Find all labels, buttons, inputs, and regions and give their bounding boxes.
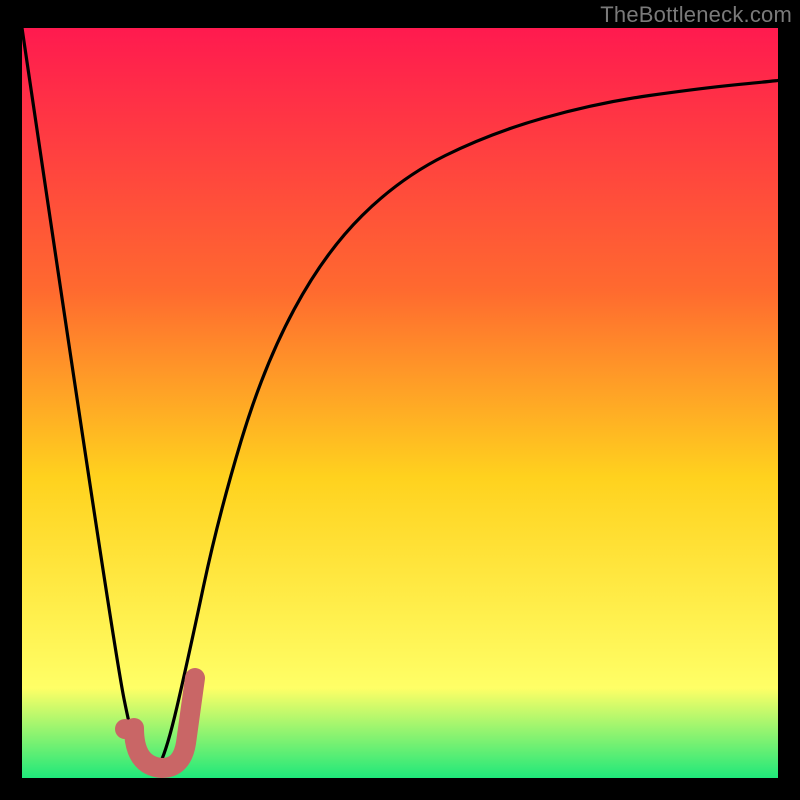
chart-canvas: TheBottleneck.com: [0, 0, 800, 800]
plot-area: [22, 28, 778, 778]
highlight-dot: [115, 719, 135, 739]
gradient-background: [22, 28, 778, 778]
plot-svg: [22, 28, 778, 778]
watermark-label: TheBottleneck.com: [600, 2, 792, 28]
